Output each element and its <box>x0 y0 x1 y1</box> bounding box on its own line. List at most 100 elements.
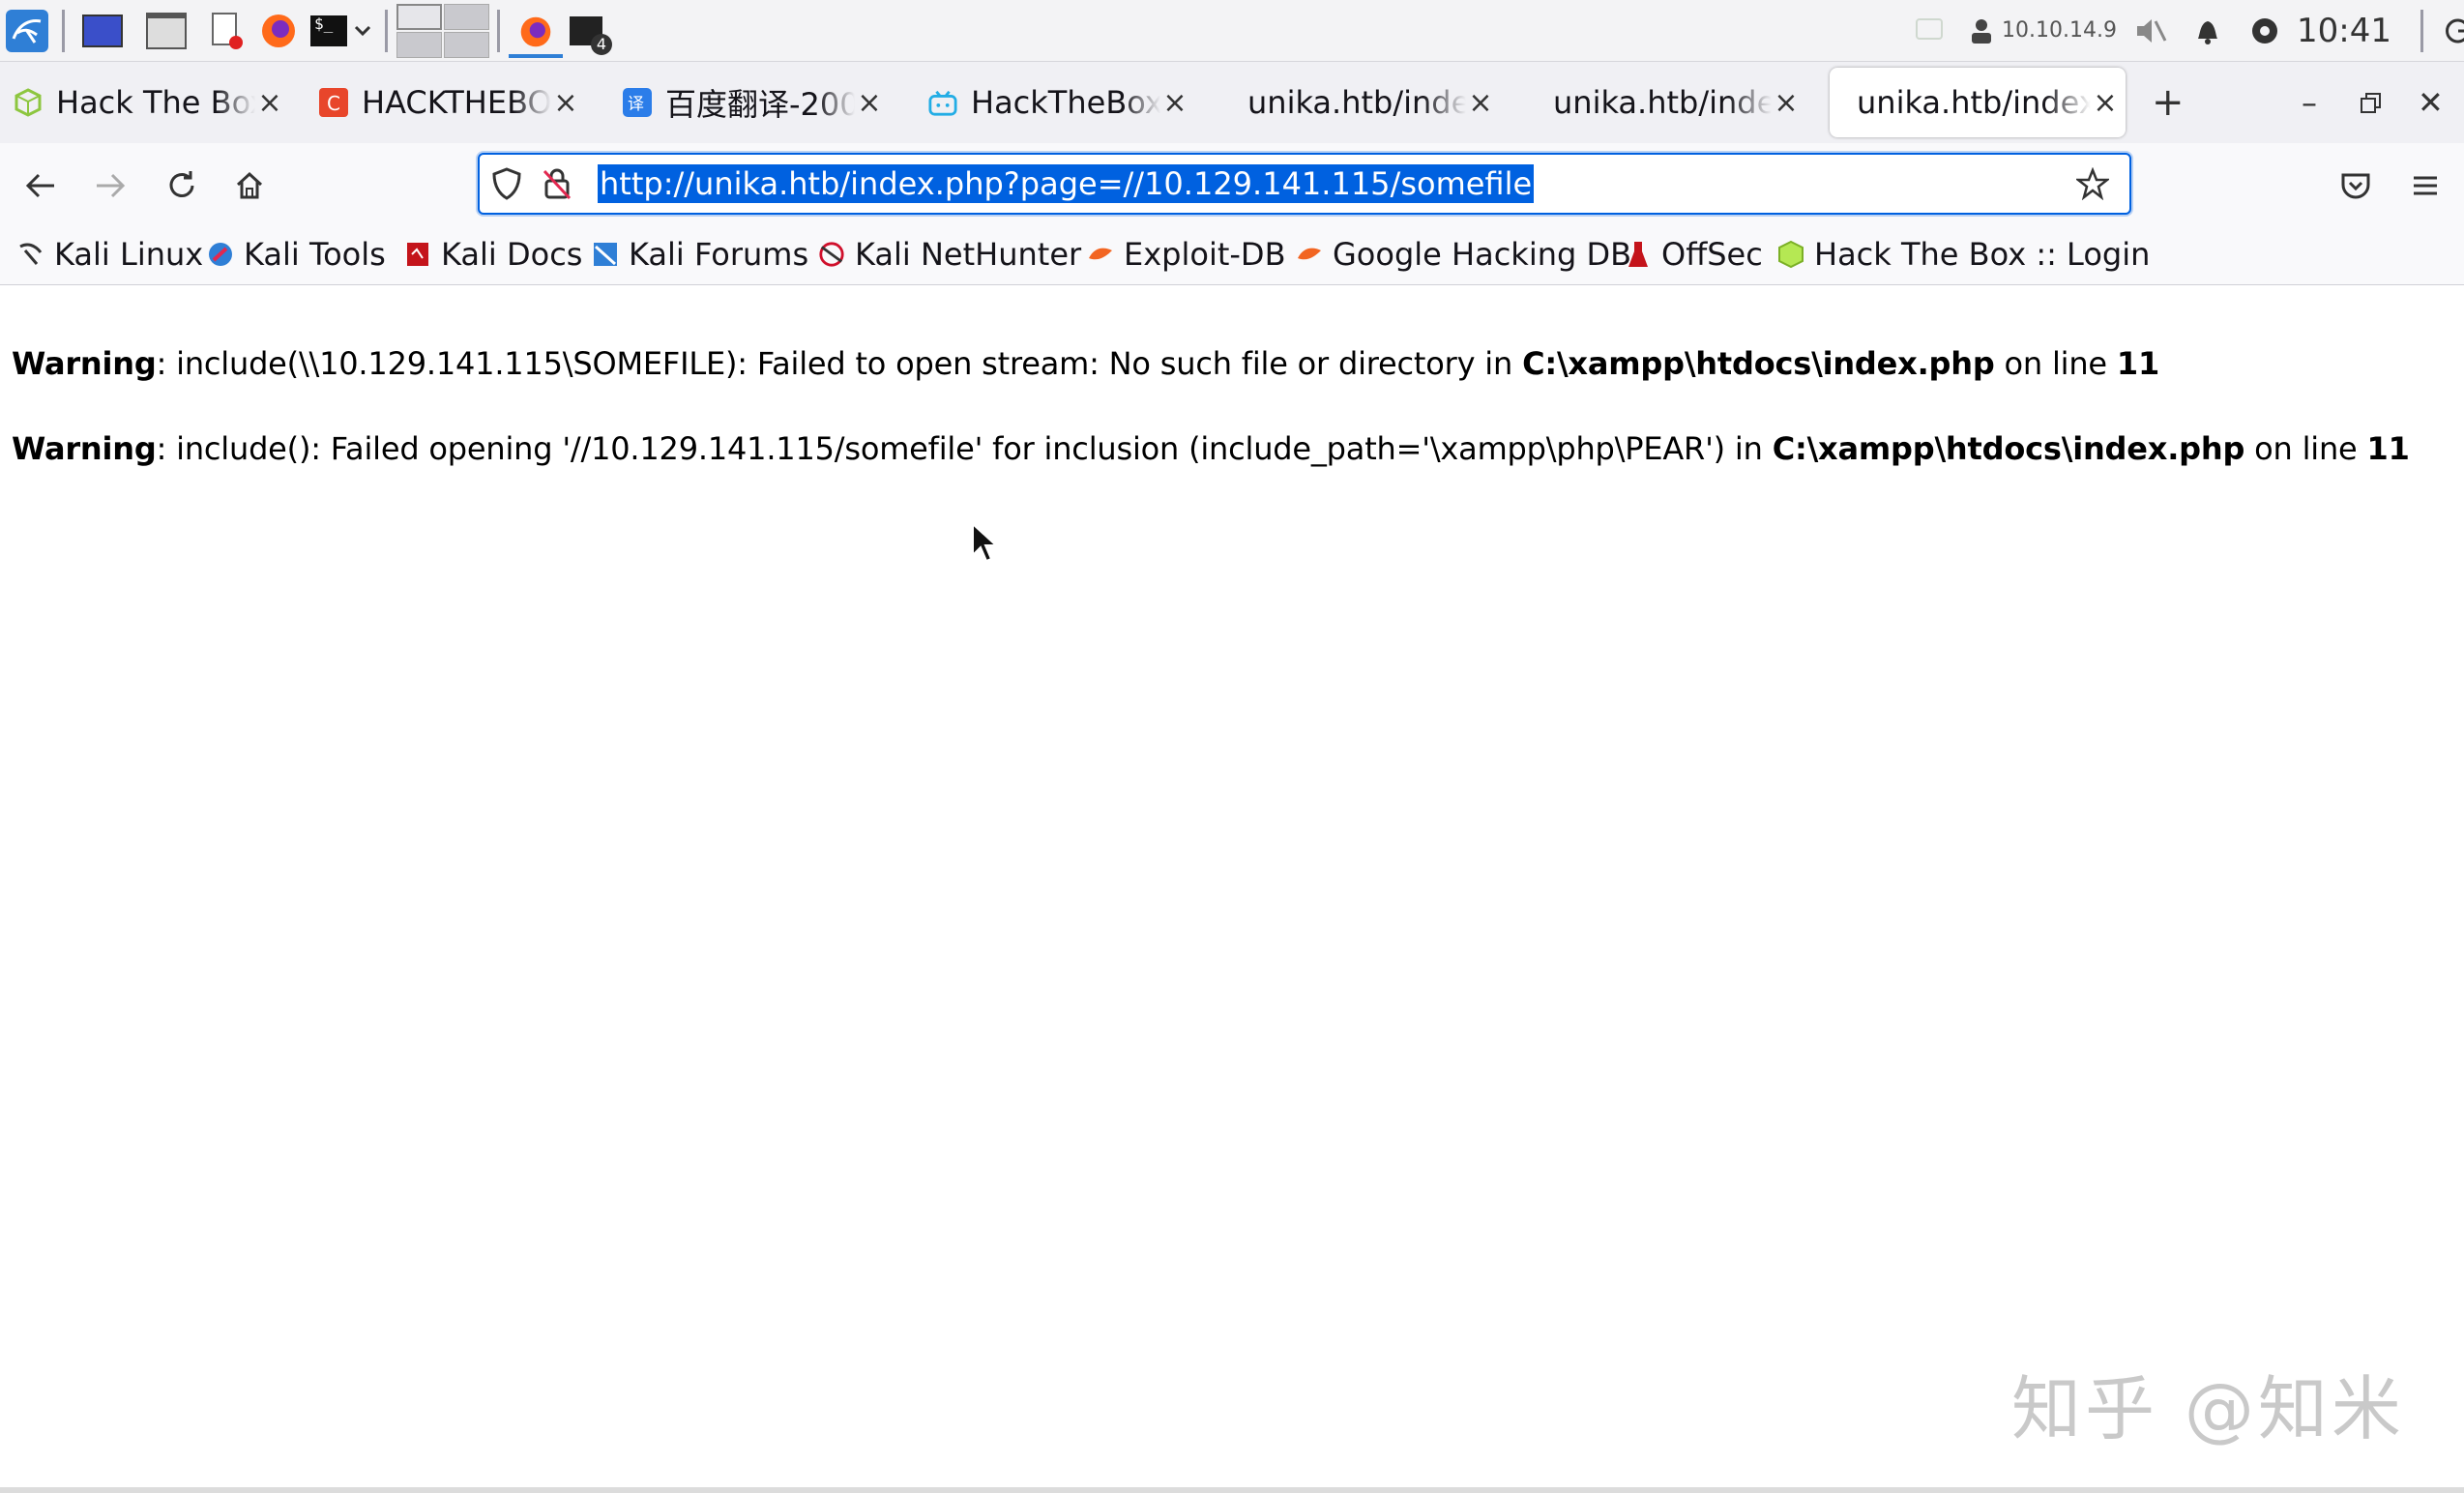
bookmark-label: Kali Tools <box>244 236 386 273</box>
volume-muted-icon[interactable] <box>2134 15 2167 46</box>
tab-title: 百度翻译-200 <box>665 86 855 123</box>
back-button[interactable] <box>19 164 62 207</box>
forward-button[interactable] <box>89 164 132 207</box>
bookmarks-toolbar: Kali Linux Kali Tools Kali Docs Kali For… <box>0 224 2464 285</box>
notification-bell-icon[interactable] <box>2194 15 2221 46</box>
offsec-icon <box>1625 241 1652 268</box>
file-manager-icon[interactable] <box>145 10 188 52</box>
clock[interactable]: 10:41 <box>2297 12 2391 50</box>
tab-title: Hack The Box <box>56 84 255 121</box>
bookmark-htb-login[interactable]: Hack The Box :: Login <box>1777 234 2150 275</box>
bookmark-google-hacking-db[interactable]: Google Hacking DB <box>1296 234 1631 275</box>
warning-file: C:\xampp\htdocs\index.php <box>1522 345 1995 382</box>
firefox-task-icon[interactable] <box>509 10 563 58</box>
warning-line-number: 11 <box>2366 430 2410 467</box>
close-icon[interactable]: × <box>255 86 284 120</box>
close-icon[interactable]: × <box>1772 86 1801 120</box>
red-c-icon: C <box>319 88 348 117</box>
panel-separator <box>2420 9 2423 52</box>
tab-unika-1[interactable]: unika.htb/index.p × <box>1220 68 1501 137</box>
bookmark-label: Kali NetHunter <box>855 236 1082 273</box>
bookmark-kali-tools[interactable]: Kali Tools <box>207 234 386 275</box>
bookmark-label: Google Hacking DB <box>1333 236 1632 273</box>
tab-unika-2[interactable]: unika.htb/index.p × <box>1526 68 1806 137</box>
workspace-switcher[interactable] <box>396 4 489 58</box>
blank-favicon <box>1540 88 1543 117</box>
tab-hackthebox-video[interactable]: HackTheBox : × <box>915 68 1195 137</box>
close-icon[interactable]: × <box>855 86 884 120</box>
blank-favicon <box>1234 88 1238 117</box>
bookmark-star-icon[interactable] <box>2075 166 2110 201</box>
warning-on-line: on line <box>1994 345 2117 382</box>
minimize-button[interactable]: – <box>2302 83 2317 122</box>
pocket-icon[interactable] <box>2334 164 2377 207</box>
warning-file: C:\xampp\htdocs\index.php <box>1772 430 2245 467</box>
kali-menu-icon[interactable] <box>6 10 48 52</box>
bookmark-label: Kali Linux <box>54 236 204 273</box>
tab-title: unika.htb/index.p <box>1553 84 1772 121</box>
reload-button[interactable] <box>161 164 203 207</box>
terminal-task-icon[interactable]: 4 <box>565 10 612 55</box>
panel-separator <box>62 10 65 52</box>
bookmark-exploit-db[interactable]: Exploit-DB <box>1087 234 1286 275</box>
warning-label: Warning <box>12 345 157 382</box>
new-tab-button[interactable]: + <box>2152 83 2185 122</box>
tab-hackthebox[interactable]: C HACKTHEBOX × <box>306 68 586 137</box>
bookmark-kali-forums[interactable]: Kali Forums <box>592 234 808 275</box>
htb-login-icon <box>1777 240 1804 269</box>
bilibili-icon <box>928 88 957 117</box>
power-manager-icon[interactable] <box>2250 16 2279 45</box>
insecure-lock-icon[interactable] <box>540 166 574 201</box>
vpn-user-icon[interactable] <box>1969 16 1994 45</box>
screen-icon[interactable] <box>1915 17 1944 44</box>
terminal-icon[interactable]: $_ <box>308 10 350 52</box>
watermark: 知乎 @知米 <box>2011 1368 2405 1449</box>
warning-on-line: on line <box>2244 430 2367 467</box>
bookmark-label: OffSec <box>1661 236 1763 273</box>
exploit-db-icon <box>1087 241 1114 268</box>
tab-unika-active[interactable]: unika.htb/index.p × <box>1830 68 2126 137</box>
tab-title: HACKTHEBOX <box>362 84 551 121</box>
window-bottom-edge <box>0 1487 2464 1493</box>
blank-favicon <box>1843 88 1847 117</box>
svg-text:译: 译 <box>628 95 644 114</box>
chevron-down-icon[interactable] <box>348 10 377 52</box>
bookmark-kali-docs[interactable]: Kali Docs <box>404 234 582 275</box>
url-bar[interactable]: http://unika.htb/index.php?page=//10.129… <box>478 153 2131 215</box>
desktop-icon[interactable] <box>81 10 124 52</box>
bookmark-label: Kali Forums <box>629 236 809 273</box>
panel-separator <box>385 10 388 52</box>
nethunter-icon <box>818 241 845 268</box>
close-icon[interactable]: × <box>2091 86 2120 120</box>
warning-label: Warning <box>12 430 157 467</box>
tab-strip: Hack The Box × C HACKTHEBOX × 译 百度翻译-200… <box>0 62 2464 143</box>
home-button[interactable] <box>228 164 271 207</box>
bookmark-offsec[interactable]: OffSec <box>1625 234 1763 275</box>
panel-separator <box>497 10 500 52</box>
warning-message: : include(\\10.129.141.115\SOMEFILE): Fa… <box>156 345 1523 382</box>
firefox-launcher-icon[interactable] <box>257 10 300 52</box>
php-warning-2: Warning: include(): Failed opening '//10… <box>12 430 2410 467</box>
logout-icon[interactable] <box>2445 16 2464 45</box>
mouse-cursor-icon <box>972 522 998 563</box>
close-window-button[interactable]: ✕ <box>2418 83 2444 122</box>
tab-title: unika.htb/index.p <box>1857 84 2091 121</box>
hamburger-menu-icon[interactable] <box>2404 164 2447 207</box>
tab-title: unika.htb/index.p <box>1247 84 1466 121</box>
restore-button[interactable] <box>2360 85 2383 124</box>
close-icon[interactable]: × <box>1160 86 1189 120</box>
ghdb-icon <box>1296 241 1323 268</box>
bookmark-kali-linux[interactable]: Kali Linux <box>17 234 203 275</box>
text-editor-icon[interactable] <box>205 10 248 52</box>
tracking-shield-icon[interactable] <box>489 166 524 201</box>
bookmark-kali-nethunter[interactable]: Kali NetHunter <box>818 234 1081 275</box>
tab-hack-the-box[interactable]: Hack The Box × <box>0 68 290 137</box>
terminal-task-badge: 4 <box>591 34 612 55</box>
close-icon[interactable]: × <box>551 86 580 120</box>
tab-baidu-translate[interactable]: 译 百度翻译-200 × <box>609 68 890 137</box>
kali-tools-icon <box>207 241 234 268</box>
url-text[interactable]: http://unika.htb/index.php?page=//10.129… <box>598 164 1535 203</box>
desktop-panel: $_ 4 10.10.14.9 10:41 <box>0 0 2464 62</box>
bookmark-label: Hack The Box :: Login <box>1814 236 2151 273</box>
close-icon[interactable]: × <box>1466 86 1495 120</box>
